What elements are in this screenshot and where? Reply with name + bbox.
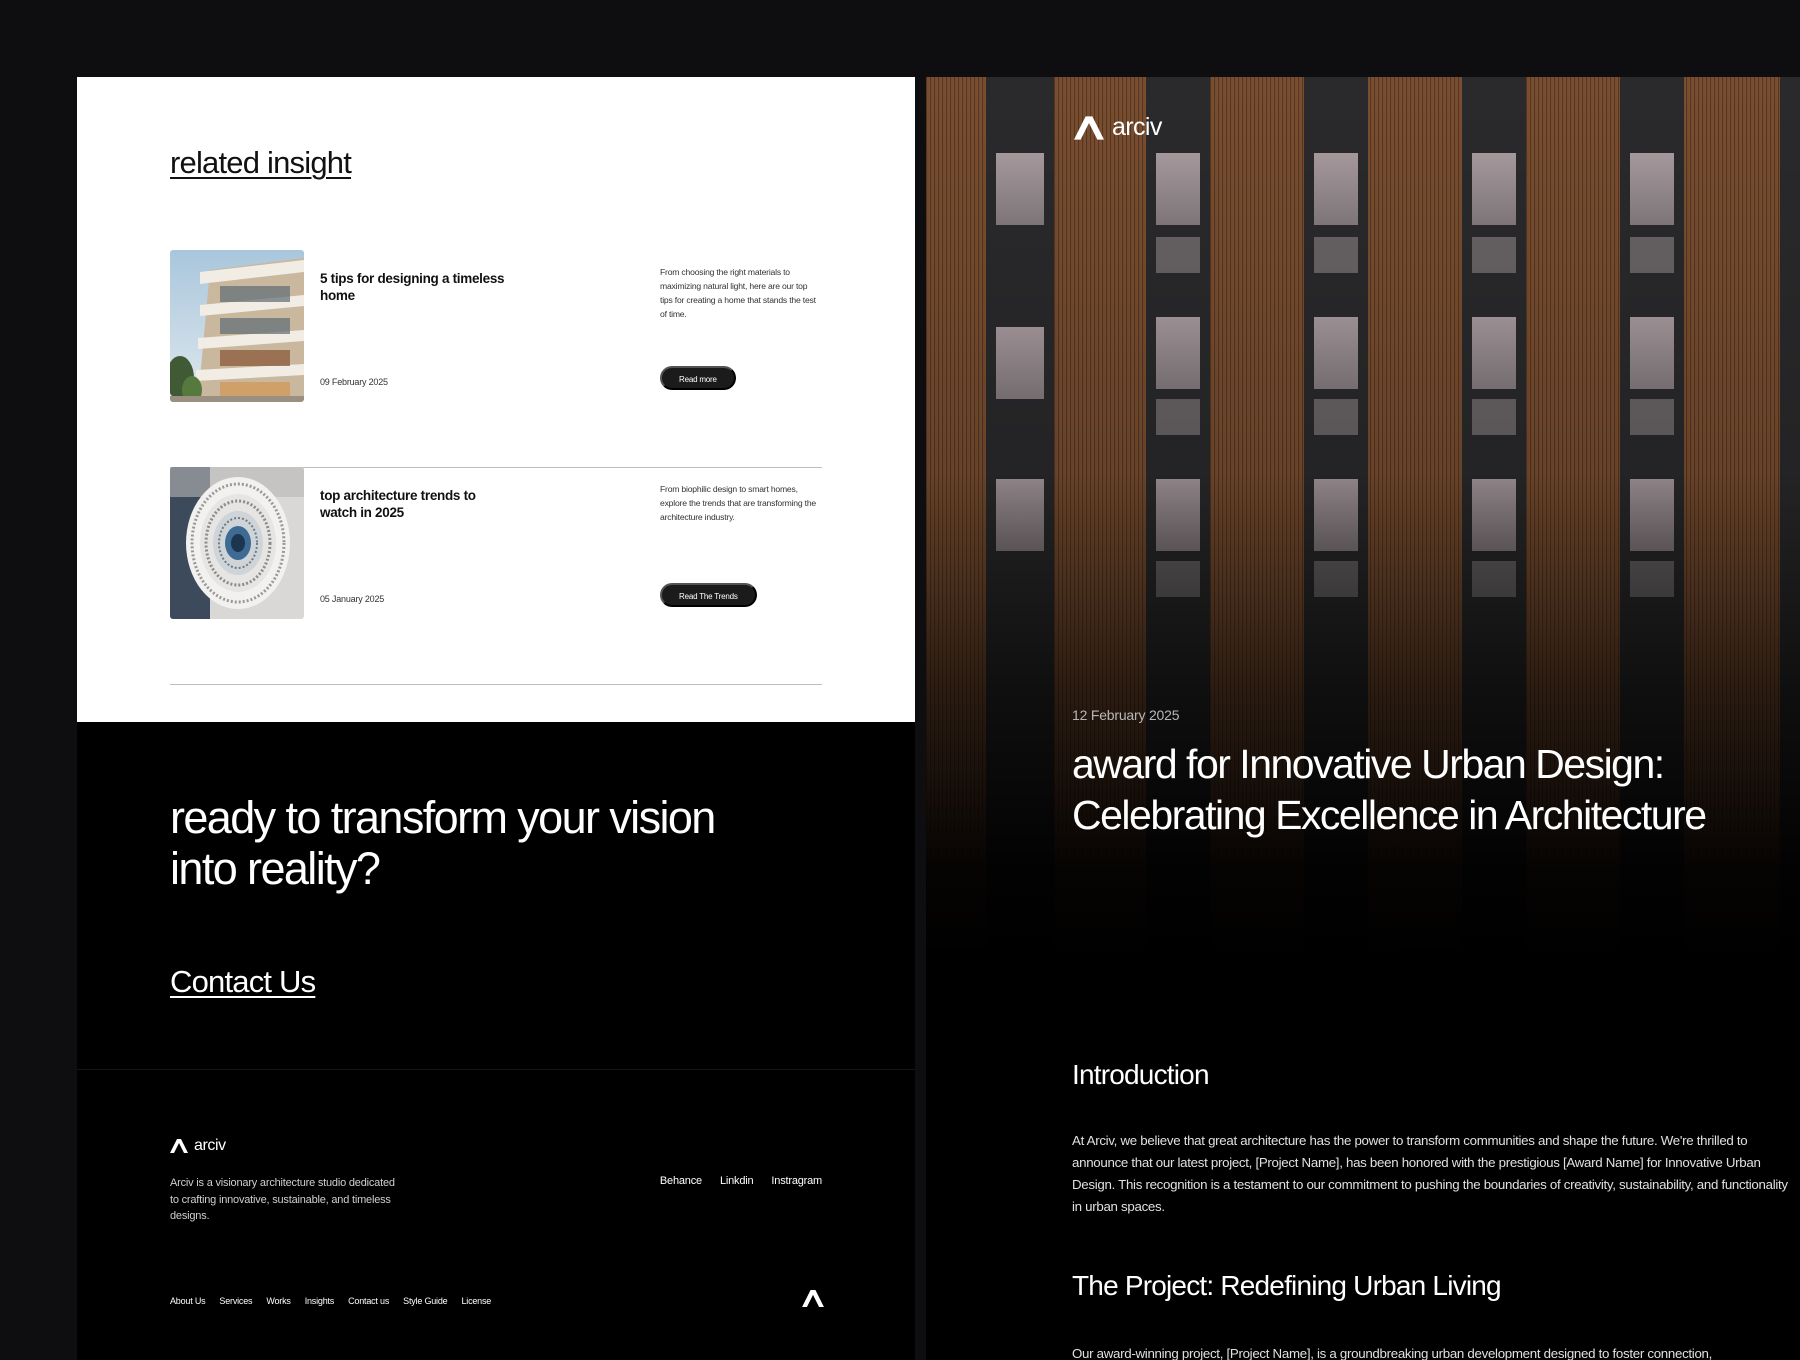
footer-nav-insights[interactable]: Insights <box>305 1296 335 1306</box>
social-link-linkedin[interactable]: Linkdin <box>720 1175 754 1187</box>
modern-house-photo[interactable] <box>170 250 304 402</box>
read-the-trends-button[interactable]: Read The Trends <box>660 583 757 607</box>
card-date: 09 February 2025 <box>320 377 388 387</box>
arciv-logo-icon <box>1074 115 1104 140</box>
footer-nav: About Us Services Works Insights Contact… <box>170 1296 491 1306</box>
article-date: 12 February 2025 <box>1072 707 1180 723</box>
article-brand-name: arciv <box>1112 113 1162 141</box>
card-description: From biophilic design to smart homes, ex… <box>660 484 817 522</box>
intro-body: At Arciv, we believe that great architec… <box>1072 1133 1788 1214</box>
footer-brand-name: arciv <box>194 1137 226 1154</box>
footer-nav-works[interactable]: Works <box>266 1296 291 1306</box>
footer-nav-style-guide[interactable]: Style Guide <box>403 1296 448 1306</box>
arciv-logo-icon <box>170 1139 188 1153</box>
project-heading: The Project: Redefining Urban Living <box>1072 1270 1502 1301</box>
footer-nav-about[interactable]: About Us <box>170 1296 206 1306</box>
footer-nav-license[interactable]: License <box>461 1296 491 1306</box>
footer-description: Arciv is a visionary architecture studio… <box>170 1177 395 1222</box>
social-link-behance[interactable]: Behance <box>660 1175 702 1187</box>
footer-nav-services[interactable]: Services <box>219 1296 252 1306</box>
footer-logo[interactable]: arciv <box>170 1137 226 1155</box>
insight-card[interactable]: 5 tips for designing a timeless home 09 … <box>170 250 822 468</box>
cta-heading: ready to transform your vision into real… <box>170 792 716 894</box>
arciv-mark-icon[interactable] <box>802 1290 824 1312</box>
intro-heading: Introduction <box>1072 1059 1210 1090</box>
article-title: award for Innovative Urban Design: Celeb… <box>1072 741 1707 838</box>
footer-divider <box>77 1069 915 1070</box>
article-hero: arciv 12 February 2025 award for Innovat… <box>926 77 1800 957</box>
footer-nav-contact[interactable]: Contact us <box>348 1296 389 1306</box>
article-logo[interactable]: arciv <box>1074 113 1162 142</box>
insights-page-panel: related insight 5 tips for designing a t… <box>77 77 915 1360</box>
contact-us-link[interactable]: Contact Us <box>170 964 316 1000</box>
card-heading[interactable]: 5 tips for designing a timeless home <box>320 270 510 304</box>
social-links: Behance Linkdin Instragram <box>660 1175 822 1187</box>
card-heading[interactable]: top architecture trends to watch in 2025 <box>320 487 510 521</box>
insight-card[interactable]: top architecture trends to watch in 2025… <box>170 467 822 685</box>
project-body: Our award-winning project, [Project Name… <box>1072 1346 1713 1360</box>
related-insight-title[interactable]: related insight <box>170 145 352 181</box>
related-insight-section: related insight 5 tips for designing a t… <box>77 77 915 722</box>
social-link-instagram[interactable]: Instragram <box>771 1175 822 1187</box>
card-date: 05 January 2025 <box>320 594 385 604</box>
read-more-button[interactable]: Read more <box>660 366 736 390</box>
spiral-staircase-photo[interactable] <box>170 467 304 619</box>
card-description: From choosing the right materials to max… <box>660 267 816 319</box>
article-page-panel: arciv 12 February 2025 award for Innovat… <box>926 77 1800 1360</box>
